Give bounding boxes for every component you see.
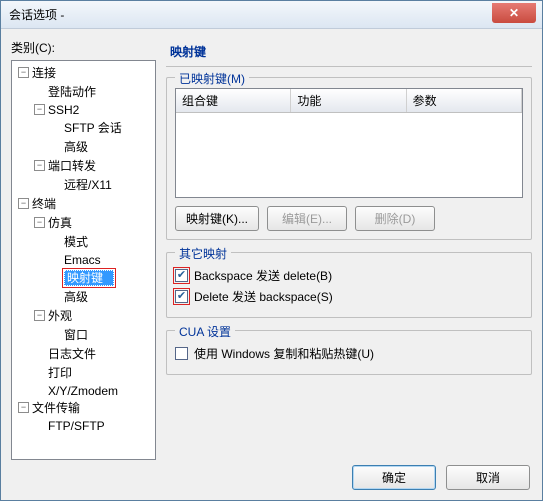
tree-item[interactable]: 高级	[16, 137, 151, 156]
dialog-footer: 确定 取消	[352, 465, 530, 490]
tree-item[interactable]: −端口转发	[16, 156, 151, 175]
mapped-keys-list[interactable]: 组合键 功能 参数	[175, 88, 523, 198]
backspace-sends-delete-row[interactable]: ✔ Backspace 发送 delete(B)	[175, 267, 523, 284]
mapped-buttons: 映射键(K)... 编辑(E)... 删除(D)	[175, 206, 523, 231]
mapped-keys-group-title: 已映射键(M)	[175, 70, 249, 87]
tree-item[interactable]: X/Y/Zmodem	[16, 382, 151, 399]
tree-item-label: X/Y/Zmodem	[48, 383, 118, 397]
tree-item[interactable]: Emacs	[16, 251, 151, 268]
tree-item[interactable]: 窗口	[16, 325, 151, 344]
cancel-button[interactable]: 取消	[446, 465, 530, 490]
checkbox-label: Delete 发送 backspace(S)	[194, 288, 333, 305]
tree-item[interactable]: −连接	[16, 63, 151, 82]
tree-item-label: SSH2	[48, 103, 79, 117]
tree-item[interactable]: FTP/SFTP	[16, 417, 151, 434]
tree-item[interactable]: −仿真	[16, 213, 151, 232]
col-function[interactable]: 功能	[291, 89, 406, 112]
col-combo[interactable]: 组合键	[176, 89, 291, 112]
tree-item[interactable]: −终端	[16, 194, 151, 213]
checkbox-icon[interactable]: ✔	[175, 290, 188, 303]
left-panel: 类别(C): −连接登陆动作−SSH2SFTP 会话高级−端口转发远程/X11−…	[11, 39, 156, 445]
tree-item-label: 窗口	[64, 328, 88, 342]
ok-button[interactable]: 确定	[352, 465, 436, 490]
tree-item[interactable]: −外观	[16, 306, 151, 325]
checkbox-icon[interactable]	[175, 347, 188, 360]
col-params[interactable]: 参数	[407, 89, 522, 112]
cua-hotkeys-row[interactable]: 使用 Windows 复制和粘贴热键(U)	[175, 345, 523, 362]
tree-item-label: 映射键	[64, 270, 114, 286]
tree-item[interactable]: 高级	[16, 287, 151, 306]
right-panel: 映射键 已映射键(M) 组合键 功能 参数 映射键(K)... 编辑(E)...…	[166, 39, 532, 445]
dialog-body: 类别(C): −连接登陆动作−SSH2SFTP 会话高级−端口转发远程/X11−…	[1, 29, 542, 455]
edit-button: 编辑(E)...	[267, 206, 347, 231]
cua-settings-group: CUA 设置 使用 Windows 复制和粘贴热键(U)	[166, 330, 532, 375]
tree-item-label: 文件传输	[32, 401, 80, 415]
list-header: 组合键 功能 参数	[176, 89, 522, 113]
dialog-window: 会话选项 - ✕ 类别(C): −连接登陆动作−SSH2SFTP 会话高级−端口…	[0, 0, 543, 501]
mapped-keys-group: 已映射键(M) 组合键 功能 参数 映射键(K)... 编辑(E)... 删除(…	[166, 77, 532, 240]
collapse-icon[interactable]: −	[34, 217, 45, 228]
collapse-icon[interactable]: −	[34, 310, 45, 321]
category-tree[interactable]: −连接登陆动作−SSH2SFTP 会话高级−端口转发远程/X11−终端−仿真模式…	[11, 60, 156, 460]
close-button[interactable]: ✕	[492, 3, 536, 23]
category-label: 类别(C):	[11, 39, 156, 56]
close-icon: ✕	[509, 6, 519, 20]
section-title: 映射键	[166, 39, 532, 67]
window-title: 会话选项 -	[9, 6, 64, 23]
tree-item-label: 高级	[64, 290, 88, 304]
cua-settings-group-title: CUA 设置	[175, 323, 235, 340]
checkbox-label: 使用 Windows 复制和粘贴热键(U)	[194, 345, 374, 362]
tree-item-label: 外观	[48, 309, 72, 323]
tree-item-label: 连接	[32, 66, 56, 80]
tree-item-label: Emacs	[64, 253, 101, 267]
tree-item-label: 远程/X11	[64, 178, 112, 192]
delete-sends-backspace-row[interactable]: ✔ Delete 发送 backspace(S)	[175, 288, 523, 305]
tree-item-label: 仿真	[48, 216, 72, 230]
tree-item-label: 高级	[64, 140, 88, 154]
delete-button: 删除(D)	[355, 206, 435, 231]
map-key-button[interactable]: 映射键(K)...	[175, 206, 259, 231]
collapse-icon[interactable]: −	[34, 160, 45, 171]
collapse-icon[interactable]: −	[18, 67, 29, 78]
tree-item[interactable]: 映射键	[16, 268, 151, 287]
tree-item-label: 打印	[48, 366, 72, 380]
tree-item[interactable]: 打印	[16, 363, 151, 382]
other-mapping-group-title: 其它映射	[175, 245, 231, 262]
titlebar: 会话选项 - ✕	[1, 1, 542, 29]
tree-item[interactable]: −SSH2	[16, 101, 151, 118]
checkbox-icon[interactable]: ✔	[175, 269, 188, 282]
other-mapping-group: 其它映射 ✔ Backspace 发送 delete(B) ✔ Delete 发…	[166, 252, 532, 318]
tree-item[interactable]: 日志文件	[16, 344, 151, 363]
tree-item-label: 日志文件	[48, 347, 96, 361]
tree-item[interactable]: 登陆动作	[16, 82, 151, 101]
tree-item[interactable]: 模式	[16, 232, 151, 251]
tree-item-label: FTP/SFTP	[48, 419, 105, 433]
checkbox-label: Backspace 发送 delete(B)	[194, 267, 332, 284]
collapse-icon[interactable]: −	[18, 198, 29, 209]
tree-item[interactable]: 远程/X11	[16, 175, 151, 194]
tree-item-label: 终端	[32, 197, 56, 211]
tree-item[interactable]: SFTP 会话	[16, 118, 151, 137]
collapse-icon[interactable]: −	[34, 104, 45, 115]
tree-item[interactable]: −文件传输	[16, 398, 151, 417]
tree-item-label: 登陆动作	[48, 85, 96, 99]
tree-item-label: 端口转发	[48, 159, 96, 173]
collapse-icon[interactable]: −	[18, 402, 29, 413]
tree-item-label: SFTP 会话	[64, 121, 122, 135]
tree-item-label: 模式	[64, 235, 88, 249]
